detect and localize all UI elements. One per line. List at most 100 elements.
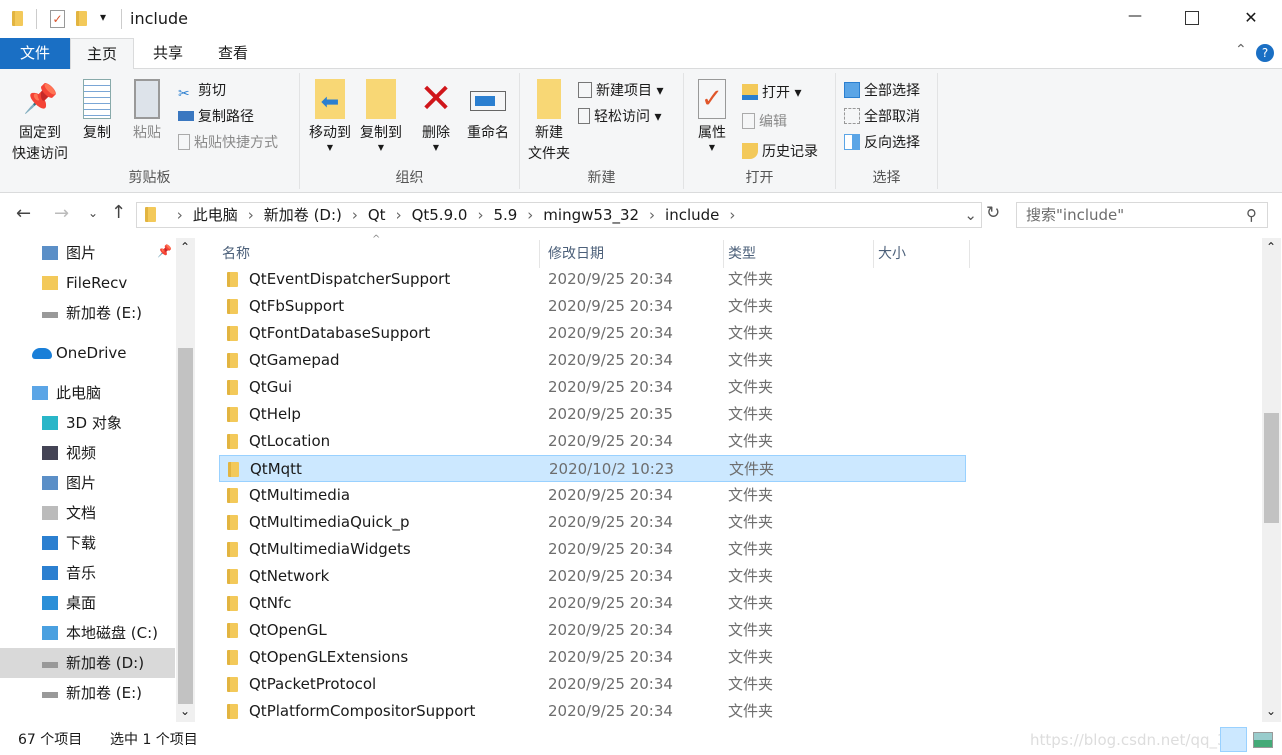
nav-item[interactable]: 音乐	[0, 558, 175, 588]
nav-item[interactable]: FileRecv	[0, 268, 175, 298]
column-date[interactable]: 修改日期	[544, 240, 724, 268]
nav-item[interactable]: 新加卷 (E:)	[0, 678, 175, 708]
breadcrumb-separator[interactable]: ›	[649, 206, 655, 224]
file-row[interactable]: QtGamepad 2020/9/25 20:34 文件夹	[219, 347, 966, 374]
help-icon[interactable]: ?	[1256, 44, 1274, 62]
nav-item[interactable]: 图片	[0, 238, 175, 268]
breadcrumb-item[interactable]: Qt5.9.0	[412, 206, 468, 224]
invert-selection-button[interactable]: 反向选择	[844, 133, 920, 153]
refresh-button[interactable]: ↻	[986, 203, 1000, 223]
file-row[interactable]: QtPlatformCompositorSupport 2020/9/25 20:…	[219, 698, 966, 725]
properties-button[interactable]: ✓ 属性 ▼	[690, 79, 734, 152]
cut-button[interactable]: ✂ 剪切	[178, 81, 226, 102]
breadcrumb-item[interactable]: 新加卷 (D:)	[264, 206, 342, 224]
up-button[interactable]: ↑	[111, 202, 126, 223]
file-list-scrollbar[interactable]: ⌃ ⌄	[1262, 238, 1281, 722]
breadcrumb-separator[interactable]: ›	[396, 206, 402, 224]
minimize-button[interactable]: —	[1120, 8, 1150, 24]
file-row[interactable]: QtFbSupport 2020/9/25 20:34 文件夹	[219, 293, 966, 320]
nav-item[interactable]: 文档	[0, 498, 175, 528]
copy-path-button[interactable]: 复制路径	[178, 107, 254, 127]
collapse-ribbon-icon[interactable]: ⌃	[1235, 42, 1247, 58]
breadcrumb-item[interactable]: 5.9	[493, 206, 517, 224]
breadcrumb-separator[interactable]: ›	[477, 206, 483, 224]
tab-file[interactable]: 文件	[0, 38, 70, 69]
scroll-up-icon[interactable]: ⌃	[1266, 240, 1276, 254]
file-row[interactable]: QtFontDatabaseSupport 2020/9/25 20:34 文件夹	[219, 320, 966, 347]
delete-button[interactable]: ✕ 删除 ▼	[416, 79, 456, 152]
maximize-button[interactable]	[1185, 11, 1199, 25]
nav-item[interactable]: 新加卷 (E:)	[0, 298, 175, 328]
easy-access-button[interactable]: 轻松访问 ▾	[578, 107, 661, 127]
breadcrumb-item[interactable]: mingw53_32	[543, 206, 639, 224]
move-to-button[interactable]: ⬅ 移动到 ▼	[305, 79, 355, 152]
address-dropdown-icon[interactable]: ⌄	[964, 203, 977, 227]
file-row[interactable]: QtHelp 2020/9/25 20:35 文件夹	[219, 401, 966, 428]
breadcrumb-separator[interactable]: ›	[248, 206, 254, 224]
back-button[interactable]: ←	[16, 203, 31, 224]
breadcrumb-separator[interactable]: ›	[177, 206, 183, 224]
paste-shortcut-button[interactable]: 粘贴快捷方式	[178, 133, 278, 153]
nav-item[interactable]: 图片	[0, 468, 175, 498]
nav-scrollbar-thumb[interactable]	[178, 348, 193, 704]
details-view-button[interactable]	[1220, 727, 1247, 752]
pin-quick-access-button[interactable]: 📌 固定到 快速访问	[6, 79, 74, 165]
address-bar[interactable]: › 此电脑 › 新加卷 (D:) › Qt › Qt5.9.0 › 5.9 › mingw53_32 ›…	[136, 202, 982, 228]
file-row[interactable]: QtMultimedia 2020/9/25 20:34 文件夹	[219, 482, 966, 509]
history-button[interactable]: 历史记录	[742, 142, 818, 162]
forward-button[interactable]: →	[54, 203, 69, 224]
qat-dropdown[interactable]: ▾	[100, 10, 106, 24]
file-row[interactable]: QtMultimediaWidgets 2020/9/25 20:34 文件夹	[219, 536, 966, 563]
file-row[interactable]: QtOpenGL 2020/9/25 20:34 文件夹	[219, 617, 966, 644]
scroll-up-icon[interactable]: ⌃	[180, 240, 190, 254]
breadcrumb-separator[interactable]: ›	[729, 206, 735, 224]
close-button[interactable]: ✕	[1236, 8, 1266, 27]
new-folder-button[interactable]: 新建 文件夹	[524, 79, 574, 165]
column-name[interactable]: 名称	[218, 240, 540, 268]
column-size[interactable]: 大小	[874, 240, 970, 268]
select-none-button[interactable]: 全部取消	[844, 107, 920, 127]
breadcrumb-item[interactable]: 此电脑	[193, 206, 238, 224]
tab-home[interactable]: 主页	[70, 38, 134, 70]
file-row[interactable]: QtNfc 2020/9/25 20:34 文件夹	[219, 590, 966, 617]
scroll-down-icon[interactable]: ⌄	[180, 704, 190, 718]
file-row[interactable]: QtNetwork 2020/9/25 20:34 文件夹	[219, 563, 966, 590]
properties-qat-icon[interactable]: ✓	[50, 10, 65, 28]
recent-locations-button[interactable]: ⌄	[88, 206, 98, 220]
breadcrumb-separator[interactable]: ›	[527, 206, 533, 224]
file-row[interactable]: QtMultimediaQuick_p 2020/9/25 20:34 文件夹	[219, 509, 966, 536]
nav-item[interactable]: 桌面	[0, 588, 175, 618]
nav-scrollbar[interactable]: ⌃ ⌄	[176, 238, 195, 722]
nav-item[interactable]: 3D 对象	[0, 408, 175, 438]
select-all-button[interactable]: 全部选择	[844, 81, 920, 101]
nav-item[interactable]: 此电脑	[0, 378, 175, 408]
file-row[interactable]: QtGui 2020/9/25 20:34 文件夹	[219, 374, 966, 401]
new-folder-qat-icon[interactable]	[76, 11, 87, 26]
edit-button[interactable]: 编辑	[742, 112, 787, 132]
scroll-down-icon[interactable]: ⌄	[1266, 704, 1276, 718]
nav-item[interactable]: 新加卷 (D:)	[0, 648, 175, 678]
rename-button[interactable]: 重命名	[462, 79, 514, 144]
paste-button[interactable]: 粘贴	[124, 79, 170, 144]
tab-share[interactable]: 共享	[138, 38, 198, 69]
file-list-scrollbar-thumb[interactable]	[1264, 413, 1279, 523]
nav-item[interactable]: 视频	[0, 438, 175, 468]
file-row[interactable]: QtLocation 2020/9/25 20:34 文件夹	[219, 428, 966, 455]
breadcrumb-item[interactable]: include	[665, 206, 719, 224]
large-icons-view-button[interactable]	[1253, 732, 1273, 748]
file-row[interactable]: QtMqtt 2020/10/2 10:23 文件夹	[219, 455, 966, 482]
open-button[interactable]: 打开 ▾	[742, 83, 801, 103]
copy-to-button[interactable]: 复制到 ▼	[356, 79, 406, 152]
file-row[interactable]: QtOpenGLExtensions 2020/9/25 20:34 文件夹	[219, 644, 966, 671]
nav-item[interactable]: 下载	[0, 528, 175, 558]
tab-view[interactable]: 查看	[203, 38, 263, 69]
new-item-button[interactable]: 新建项目 ▾	[578, 81, 663, 101]
nav-item[interactable]: 本地磁盘 (C:)	[0, 618, 175, 648]
search-input[interactable]: 搜索"include" ⚲	[1016, 202, 1268, 228]
nav-item[interactable]: OneDrive	[0, 338, 175, 368]
copy-button[interactable]: 复制	[76, 79, 118, 144]
breadcrumb-separator[interactable]: ›	[352, 206, 358, 224]
column-type[interactable]: 类型	[724, 240, 874, 268]
file-row[interactable]: QtEventDispatcherSupport 2020/9/25 20:34 文…	[219, 266, 966, 293]
file-row[interactable]: QtPacketProtocol 2020/9/25 20:34 文件夹	[219, 671, 966, 698]
